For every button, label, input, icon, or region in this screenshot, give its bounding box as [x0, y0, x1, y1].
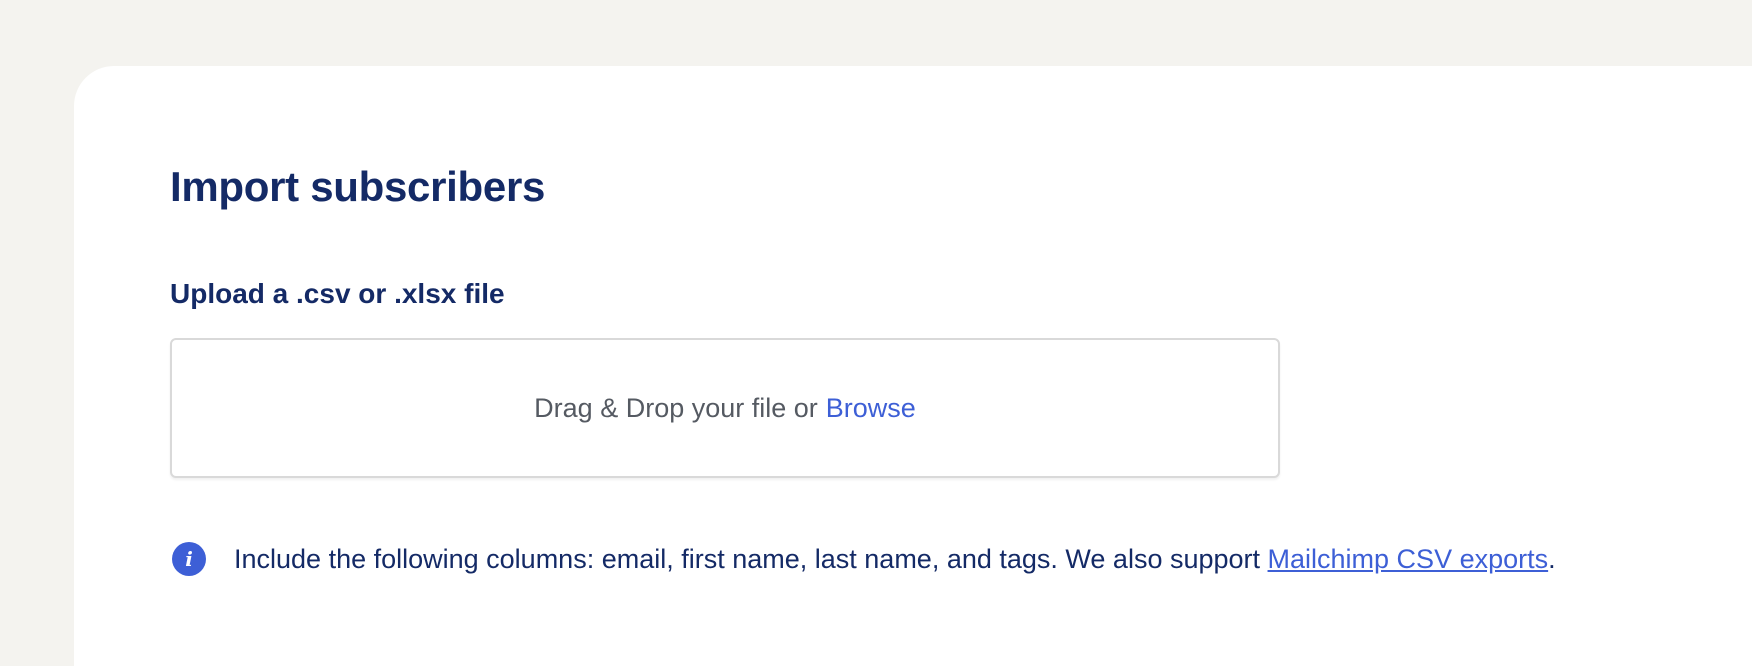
mailchimp-csv-exports-link[interactable]: Mailchimp CSV exports: [1268, 544, 1549, 575]
browse-link[interactable]: Browse: [826, 393, 916, 424]
upload-label: Upload a .csv or .xlsx file: [170, 278, 505, 309]
info-icon: i: [172, 542, 206, 576]
file-dropzone[interactable]: Drag & Drop your file or Browse: [170, 338, 1280, 478]
info-message: i Include the following columns: email, …: [172, 542, 1556, 576]
info-suffix: .: [1548, 543, 1556, 574]
dropzone-text: Drag & Drop your file or: [534, 392, 818, 423]
page-title: Import subscribers: [170, 163, 546, 210]
info-text: Include the following columns: email, fi…: [234, 543, 1261, 574]
